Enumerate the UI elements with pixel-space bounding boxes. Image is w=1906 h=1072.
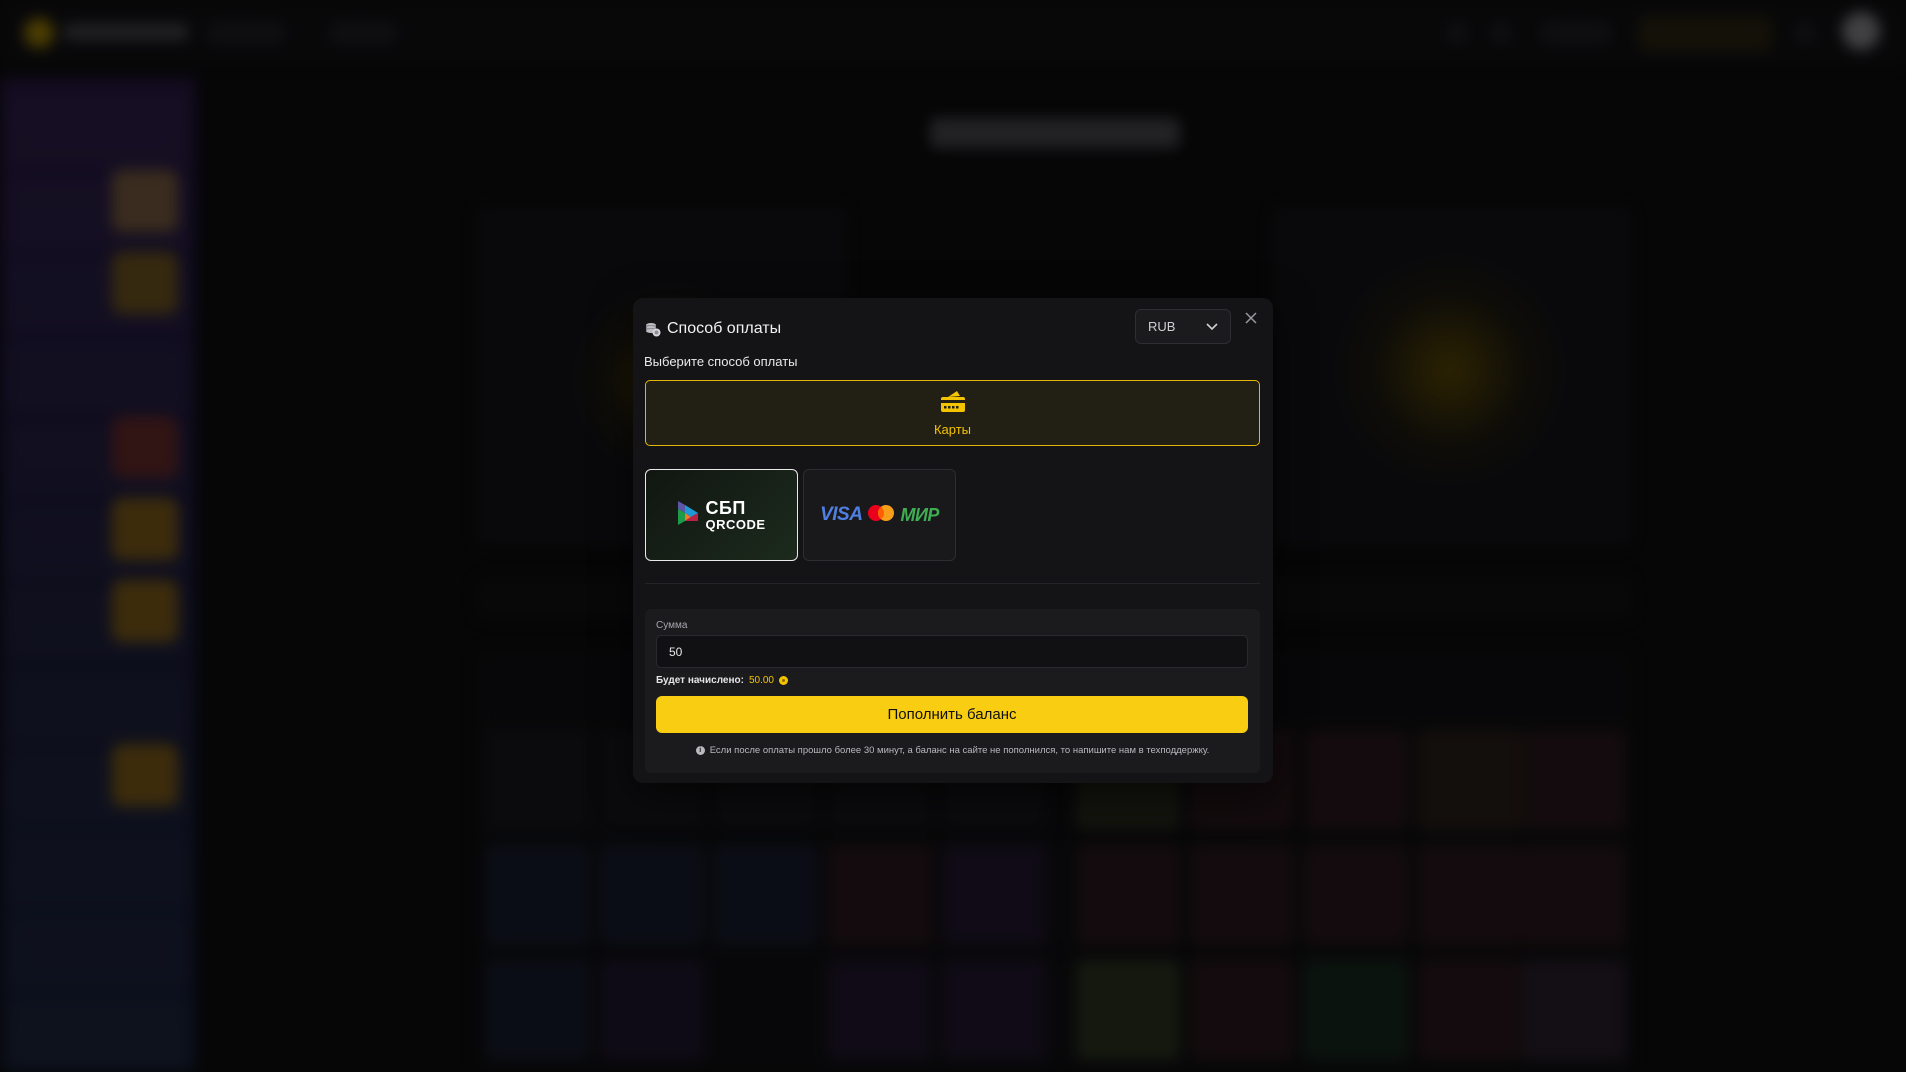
modal-title: Способ оплаты (667, 320, 782, 337)
tab-cards[interactable]: Карты (645, 380, 1260, 446)
visa-logo: VISA (820, 504, 863, 525)
chevron-down-icon (1206, 319, 1218, 334)
credit-value: 50.00 (748, 675, 774, 686)
credit-label: Будет начислено: (656, 675, 744, 686)
tab-cards-label: Карты (933, 421, 972, 437)
choose-method-label: Выберите способ оплаты (644, 354, 798, 369)
info-icon: i (695, 746, 705, 755)
support-note-text: Если после оплаты прошло более 30 минут,… (709, 745, 1210, 756)
support-note: i Если после оплаты прошло более 30 мину… (645, 745, 1260, 756)
provider-visa-mc-mir[interactable]: VISA МИР (803, 469, 956, 561)
payment-method-modal: Способ оплаты RUB Выберите способ оплаты… (633, 298, 1273, 783)
provider-sbp-qrcode[interactable]: СБП QRCODE (645, 469, 798, 561)
modal-header: Способ оплаты (645, 318, 781, 340)
topup-balance-button[interactable]: Пополнить баланс (656, 696, 1248, 733)
amount-input[interactable] (656, 635, 1248, 668)
amount-label: Сумма (656, 620, 688, 631)
sbp-sub: QRCODE (705, 517, 766, 532)
mir-logo: МИР (900, 504, 939, 525)
mastercard-logo-icon (866, 504, 896, 527)
close-icon[interactable] (1243, 311, 1259, 327)
sbp-logo-icon (677, 500, 699, 531)
section-divider (645, 583, 1260, 584)
card-wallet-icon (940, 390, 966, 417)
currency-select[interactable]: RUB (1135, 309, 1231, 344)
amount-section: Сумма Будет начислено: 50.00 Пополнить б… (645, 609, 1260, 773)
sbp-name: СБП (705, 498, 746, 518)
currency-value: RUB (1148, 319, 1176, 334)
credit-line: Будет начислено: 50.00 (656, 675, 788, 686)
coin-icon (778, 676, 788, 685)
coins-icon (645, 321, 661, 337)
